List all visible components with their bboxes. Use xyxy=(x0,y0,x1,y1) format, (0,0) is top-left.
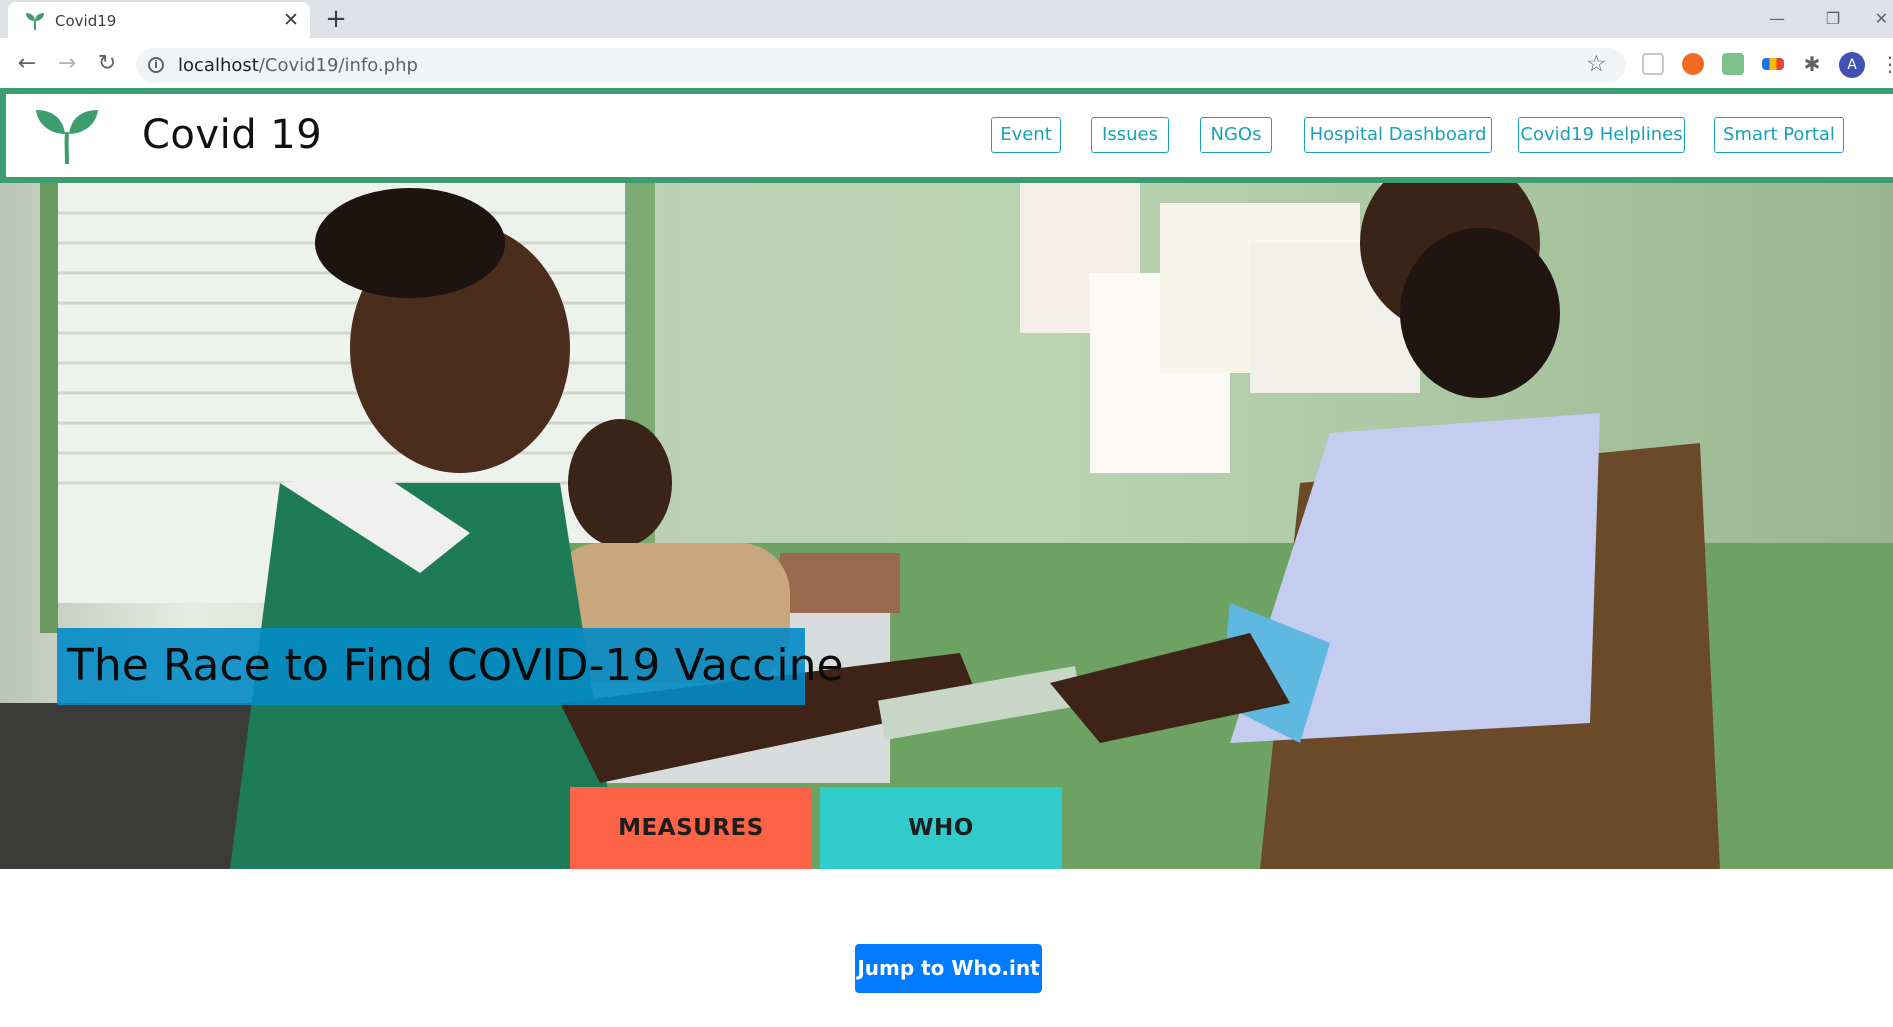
sprout-logo-icon xyxy=(36,110,98,165)
tab-title: Covid19 xyxy=(55,12,117,30)
bookmark-star-icon[interactable]: ☆ xyxy=(1586,51,1607,77)
nav-smart-portal[interactable]: Smart Portal xyxy=(1714,117,1844,153)
nav-hospital-dashboard[interactable]: Hospital Dashboard xyxy=(1304,117,1492,153)
sprout-favicon-icon xyxy=(26,13,44,30)
restore-window-icon[interactable]: ❐ xyxy=(1818,6,1848,32)
site-header: Covid 19 Event Issues NGOs Hospital Dash… xyxy=(0,88,1893,183)
extension-icon-2[interactable] xyxy=(1682,53,1704,75)
browser-tab-strip: Covid19 ✕ + — ❐ ✕ xyxy=(0,0,1893,38)
extension-icon-1[interactable] xyxy=(1642,53,1664,75)
profile-avatar[interactable]: A xyxy=(1839,52,1865,78)
extension-icon-3[interactable] xyxy=(1722,53,1744,75)
url-text[interactable]: localhost/Covid19/info.php xyxy=(178,55,418,76)
close-tab-icon[interactable]: ✕ xyxy=(280,9,302,31)
jump-to-who-button[interactable]: Jump to Who.int xyxy=(855,944,1042,993)
extension-icon-4[interactable] xyxy=(1762,58,1784,70)
hero-caption: The Race to Find COVID-19 Vaccine xyxy=(57,628,844,705)
browser-toolbar: ← → ↻ i localhost/Covid19/info.php ☆ ✱ A… xyxy=(0,38,1893,88)
hero-banner: The Race to Find COVID-19 Vaccine MEASUR… xyxy=(0,183,1893,869)
extensions-puzzle-icon[interactable]: ✱ xyxy=(1797,49,1827,79)
info-icon[interactable]: i xyxy=(148,57,164,73)
nav-issues[interactable]: Issues xyxy=(1091,117,1169,153)
address-bar[interactable]: i localhost/Covid19/info.php ☆ xyxy=(136,48,1626,82)
reload-icon[interactable]: ↻ xyxy=(92,49,122,79)
browser-menu-icon[interactable]: ⋮ xyxy=(1880,52,1893,76)
browser-tab[interactable]: Covid19 ✕ xyxy=(8,2,310,38)
hero-caption-text: The Race to Find COVID-19 Vaccine xyxy=(67,640,844,691)
site-brand[interactable]: Covid 19 xyxy=(142,112,322,158)
nav-covid19-helplines[interactable]: Covid19 Helplines xyxy=(1518,117,1685,153)
forward-icon[interactable]: → xyxy=(52,49,82,79)
close-window-icon[interactable]: ✕ xyxy=(1870,6,1893,32)
url-host: localhost xyxy=(178,55,259,76)
back-icon[interactable]: ← xyxy=(12,49,42,79)
hero-photo xyxy=(0,183,1893,869)
who-button[interactable]: WHO xyxy=(820,787,1062,869)
url-path: /Covid19/info.php xyxy=(258,55,418,76)
nav-ngos[interactable]: NGOs xyxy=(1200,117,1272,153)
measures-button[interactable]: MEASURES xyxy=(570,787,812,869)
nav-event[interactable]: Event xyxy=(991,117,1061,153)
new-tab-button[interactable]: + xyxy=(322,6,350,34)
minimize-window-icon[interactable]: — xyxy=(1762,6,1792,32)
